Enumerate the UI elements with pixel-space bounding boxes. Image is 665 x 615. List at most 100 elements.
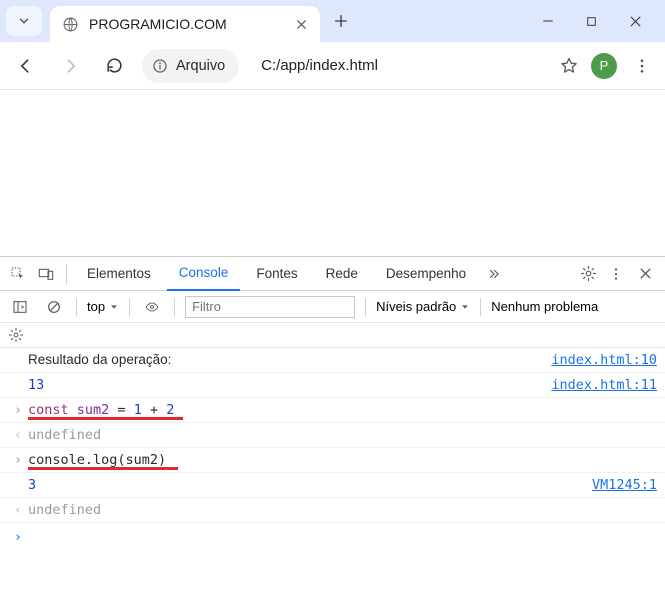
close-icon [295,18,308,31]
kebab-icon [608,266,624,282]
kebab-icon [633,57,651,75]
console-input[interactable] [28,529,657,545]
forward-icon [60,56,80,76]
token-identifier: sum2 [77,402,110,418]
eye-icon [143,300,161,314]
source-link[interactable]: index.html:10 [551,352,657,368]
caret-down-icon [460,302,470,312]
sidebar-icon [12,299,28,315]
return-chevron-icon: ‹ [8,502,28,518]
inspect-icon [10,266,26,282]
console-input-code: const sum2 = 1 + 2 [28,402,657,418]
browser-menu-button[interactable] [629,57,655,75]
log-levels-label: Níveis padrão [376,299,456,314]
log-number: 3 [28,477,36,493]
log-number: 13 [28,377,44,393]
console-sidebar-toggle[interactable] [8,299,32,315]
reload-button[interactable] [98,56,130,75]
tab-performance[interactable]: Desempenho [374,257,478,291]
browser-tab[interactable]: PROGRAMICIO.COM [50,6,320,42]
console-prompt[interactable]: › [0,523,665,551]
close-window-button[interactable] [628,14,643,29]
devtools-close-button[interactable] [632,266,659,281]
clear-console-button[interactable] [42,299,66,315]
console-input-row: › const sum2 = 1 + 2 [0,398,665,423]
url-text[interactable]: C:/app/index.html [251,57,547,74]
clear-icon [46,299,62,315]
plus-icon [333,13,349,29]
info-icon [152,58,168,74]
url-source-label: Arquivo [176,58,225,74]
address-bar: Arquivo C:/app/index.html P [0,42,665,90]
avatar-initial: P [600,58,609,73]
annotation-underline [28,417,183,420]
window-controls [531,0,665,42]
page-viewport [0,90,665,256]
console-toolbar: top Níveis padrão Nenhum problema [0,291,665,323]
back-button[interactable] [10,56,42,76]
devtools-menu-button[interactable] [604,266,628,282]
globe-icon [62,16,79,33]
source-link[interactable]: VM1245:1 [592,477,657,493]
chevrons-right-icon [485,267,503,281]
gear-icon [8,327,24,343]
tab-elements[interactable]: Elementos [75,257,163,291]
console-filter-input[interactable] [185,296,355,318]
tab-close-button[interactable] [295,18,308,31]
url-source-chip[interactable]: Arquivo [142,49,239,83]
devtools-panel: Elementos Console Fontes Rede Desempenho… [0,256,665,615]
tab-title: PROGRAMICIO.COM [89,16,285,32]
devtools-settings-button[interactable] [576,265,600,282]
reload-icon [105,56,124,75]
tab-network[interactable]: Rede [314,257,370,291]
live-expression-button[interactable] [140,300,164,314]
console-log-row: 13 index.html:11 [0,373,665,398]
forward-button[interactable] [54,56,86,76]
prompt-chevron-icon: › [8,529,28,545]
console-context-selector[interactable]: top [87,299,119,314]
minimize-button[interactable] [541,14,555,28]
more-tabs-button[interactable] [482,267,506,281]
minimize-icon [541,14,555,28]
input-chevron-icon: › [8,402,28,418]
tab-sources[interactable]: Fontes [244,257,309,291]
annotation-underline [28,467,178,470]
console-log-row: 3 VM1245:1 [0,473,665,498]
input-chevron-icon: › [8,452,28,468]
log-levels-selector[interactable]: Níveis padrão [376,299,470,314]
maximize-icon [585,15,598,28]
console-input-code: console.log(sum2) [28,452,657,468]
maximize-button[interactable] [585,15,598,28]
tabs-dropdown-button[interactable] [6,6,42,36]
devtools-tabbar: Elementos Console Fontes Rede Desempenho [0,257,665,291]
caret-down-icon [109,302,119,312]
back-icon [16,56,36,76]
chevron-down-icon [17,14,31,28]
console-context-label: top [87,299,105,314]
return-value: undefined [28,502,657,518]
tab-console[interactable]: Console [167,257,241,291]
star-icon [559,56,579,76]
inspect-element-button[interactable] [6,266,30,282]
console-return-row: ‹ undefined [0,423,665,448]
return-chevron-icon: ‹ [8,427,28,443]
device-toolbar-button[interactable] [34,266,58,282]
close-icon [628,14,643,29]
profile-avatar[interactable]: P [591,53,617,79]
console-output: Resultado da operação: index.html:10 13 … [0,348,665,615]
log-message: Resultado da operação: [28,352,531,367]
return-value: undefined [28,427,657,443]
token-keyword: const [28,402,69,418]
gear-icon [580,265,597,282]
bookmark-button[interactable] [559,56,579,76]
console-log-row: Resultado da operação: index.html:10 [0,348,665,373]
source-link[interactable]: index.html:11 [551,377,657,393]
close-icon [638,266,653,281]
console-input-row: › console.log(sum2) [0,448,665,473]
new-tab-button[interactable] [326,6,356,36]
console-settings-button[interactable] [0,323,665,348]
device-icon [37,266,55,282]
tab-strip: PROGRAMICIO.COM [0,0,665,42]
issues-status[interactable]: Nenhum problema [491,299,598,314]
console-return-row: ‹ undefined [0,498,665,523]
